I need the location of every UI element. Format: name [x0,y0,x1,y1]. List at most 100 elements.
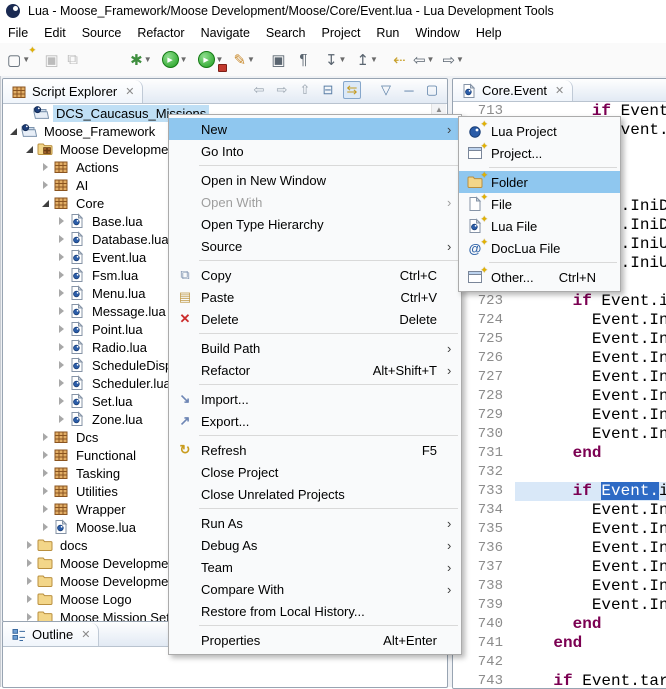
submenu-item-file[interactable]: ✦File [459,193,620,215]
expand-arrow-icon[interactable] [56,341,68,353]
menu-item-restore-from-local-history[interactable]: Restore from Local History... [169,600,461,622]
back-button[interactable]: ⇦▼ [413,48,437,72]
collapse-arrow-icon[interactable] [24,143,36,155]
debug-button[interactable]: ✱▼ [130,48,154,72]
menu-item-build-path[interactable]: Build Path› [169,337,461,359]
menu-item-close-unrelated-projects[interactable]: Close Unrelated Projects [169,483,461,505]
code-line-736[interactable]: 736 Event.IniUnitName = Event.IniDCSUnit… [453,539,666,558]
submenu-item-project[interactable]: ✦Project... [459,142,620,164]
code-line-723[interactable]: 723 if Event.initiator and Event.initiat… [453,292,666,311]
collapse-arrow-icon[interactable] [8,125,20,137]
line-number[interactable]: 723 [453,292,515,311]
expand-arrow-icon[interactable] [40,179,52,191]
code-line-743[interactable]: 743 if Event.target then [453,672,666,689]
line-number[interactable]: 731 [453,444,515,463]
format-button[interactable]: ✎▼ [233,48,257,72]
menu-item-refresh[interactable]: ↻RefreshF5 [169,439,461,461]
code-line-737[interactable]: 737 Event.IniUnit = STATIC:FindByName( E… [453,558,666,577]
close-icon[interactable]: ✕ [81,628,90,641]
line-number[interactable]: 737 [453,558,515,577]
run-button[interactable]: ▶▼ [162,48,190,72]
line-number[interactable]: 727 [453,368,515,387]
code-line-728[interactable]: 728 Event.IniDCSGroup = Event.IniDCSUnit… [453,387,666,406]
dropdown-arrow-icon[interactable]: ▼ [456,55,464,64]
menu-file[interactable]: File [0,24,36,42]
menu-project[interactable]: Project [314,24,369,42]
line-number[interactable]: 742 [453,653,515,672]
menu-item-close-project[interactable]: Close Project [169,461,461,483]
dropdown-arrow-icon[interactable]: ▼ [370,55,378,64]
submenu-item-other[interactable]: ✦Other...Ctrl+N [459,266,620,288]
code-line-741[interactable]: 741 end [453,634,666,653]
close-icon[interactable]: ✕ [555,84,564,97]
line-number[interactable]: 735 [453,520,515,539]
line-number[interactable]: 730 [453,425,515,444]
dropdown-arrow-icon[interactable]: ▼ [144,55,152,64]
line-number[interactable]: 729 [453,406,515,425]
line-number[interactable]: 734 [453,501,515,520]
link-with-editor-icon[interactable]: ⇆ [343,81,361,99]
forward-button[interactable]: ⇨▼ [442,48,466,72]
view-menu-icon[interactable]: ▽ [378,82,394,98]
code-line-724[interactable]: 724 Event.IniDCSUnit = Event.initiator [453,311,666,330]
menu-item-copy[interactable]: ⧉CopyCtrl+C [169,264,461,286]
code-line-729[interactable]: 729 Event.IniDCSGroupName = Event.IniDCS… [453,406,666,425]
last-edit-location-button[interactable]: ⇠ [390,48,409,72]
maximize-icon[interactable]: ▢ [424,82,440,98]
expand-arrow-icon[interactable] [40,161,52,173]
line-number[interactable]: 733 [453,482,515,501]
expand-arrow-icon[interactable] [56,251,68,263]
mark-occurrences-button[interactable]: ▣ [269,48,288,72]
line-number[interactable]: 725 [453,330,515,349]
expand-arrow-icon[interactable] [56,377,68,389]
code-line-734[interactable]: 734 Event.IniDCSUnit = Event.initiator [453,501,666,520]
external-tools-button[interactable]: ▶▼ [198,48,226,72]
menu-item-export[interactable]: ↗Export... [169,410,461,432]
code-line-733[interactable]: 733 if Event.initiator and Event.initiat… [453,482,666,501]
expand-arrow-icon[interactable] [40,431,52,443]
menu-item-paste[interactable]: ▤PasteCtrl+V [169,286,461,308]
expand-arrow-icon[interactable] [56,233,68,245]
line-number[interactable]: 724 [453,311,515,330]
code-line-730[interactable]: 730 Event.IniGroupName = Event.IniDCSGro… [453,425,666,444]
close-icon[interactable]: ✕ [125,85,134,98]
menu-item-open-type-hierarchy[interactable]: Open Type Hierarchy [169,213,461,235]
menu-item-source[interactable]: Source› [169,235,461,257]
line-number[interactable]: 738 [453,577,515,596]
menu-item-properties[interactable]: PropertiesAlt+Enter [169,629,461,651]
line-number[interactable]: 728 [453,387,515,406]
menu-edit[interactable]: Edit [36,24,74,42]
up-icon[interactable]: ⇧ [297,82,313,98]
menu-item-open-in-new-window[interactable]: Open in New Window [169,169,461,191]
submenu-item-doclua-file[interactable]: @✦DocLua File [459,237,620,259]
dropdown-arrow-icon[interactable]: ▼ [339,55,347,64]
previous-annotation-button[interactable]: ↥▼ [356,48,380,72]
menu-search[interactable]: Search [258,24,314,42]
save-all-button[interactable]: ⧉ [63,48,82,72]
menu-item-debug-as[interactable]: Debug As› [169,534,461,556]
save-button[interactable]: ▣ [42,48,61,72]
code-line-725[interactable]: 725 Event.IniDCSUnitName = Event.IniDCSU… [453,330,666,349]
tab-core-event[interactable]: Core.Event ✕ [453,80,573,101]
expand-arrow-icon[interactable] [24,539,36,551]
expand-arrow-icon[interactable] [56,305,68,317]
code-line-742[interactable]: 742 [453,653,666,672]
line-number[interactable]: 726 [453,349,515,368]
expand-arrow-icon[interactable] [56,359,68,371]
expand-arrow-icon[interactable] [40,485,52,497]
code-line-740[interactable]: 740 end [453,615,666,634]
menu-item-run-as[interactable]: Run As› [169,512,461,534]
expand-arrow-icon[interactable] [56,413,68,425]
back-icon[interactable]: ⇦ [251,82,267,98]
menu-item-go-into[interactable]: Go Into [169,140,461,162]
dropdown-arrow-icon[interactable]: ▼ [427,55,435,64]
submenu-item-lua-file[interactable]: ✦Lua File [459,215,620,237]
code-line-735[interactable]: 735 Event.IniDCSUnitName = Event.IniDCSU… [453,520,666,539]
submenu-item-folder[interactable]: ✦Folder [459,171,620,193]
code-line-726[interactable]: 726 Event.IniUnitName = Event.IniDCSUnit… [453,349,666,368]
menu-window[interactable]: Window [407,24,467,42]
menu-help[interactable]: Help [468,24,510,42]
line-number[interactable]: 743 [453,672,515,689]
menu-refactor[interactable]: Refactor [129,24,192,42]
line-number[interactable]: 741 [453,634,515,653]
